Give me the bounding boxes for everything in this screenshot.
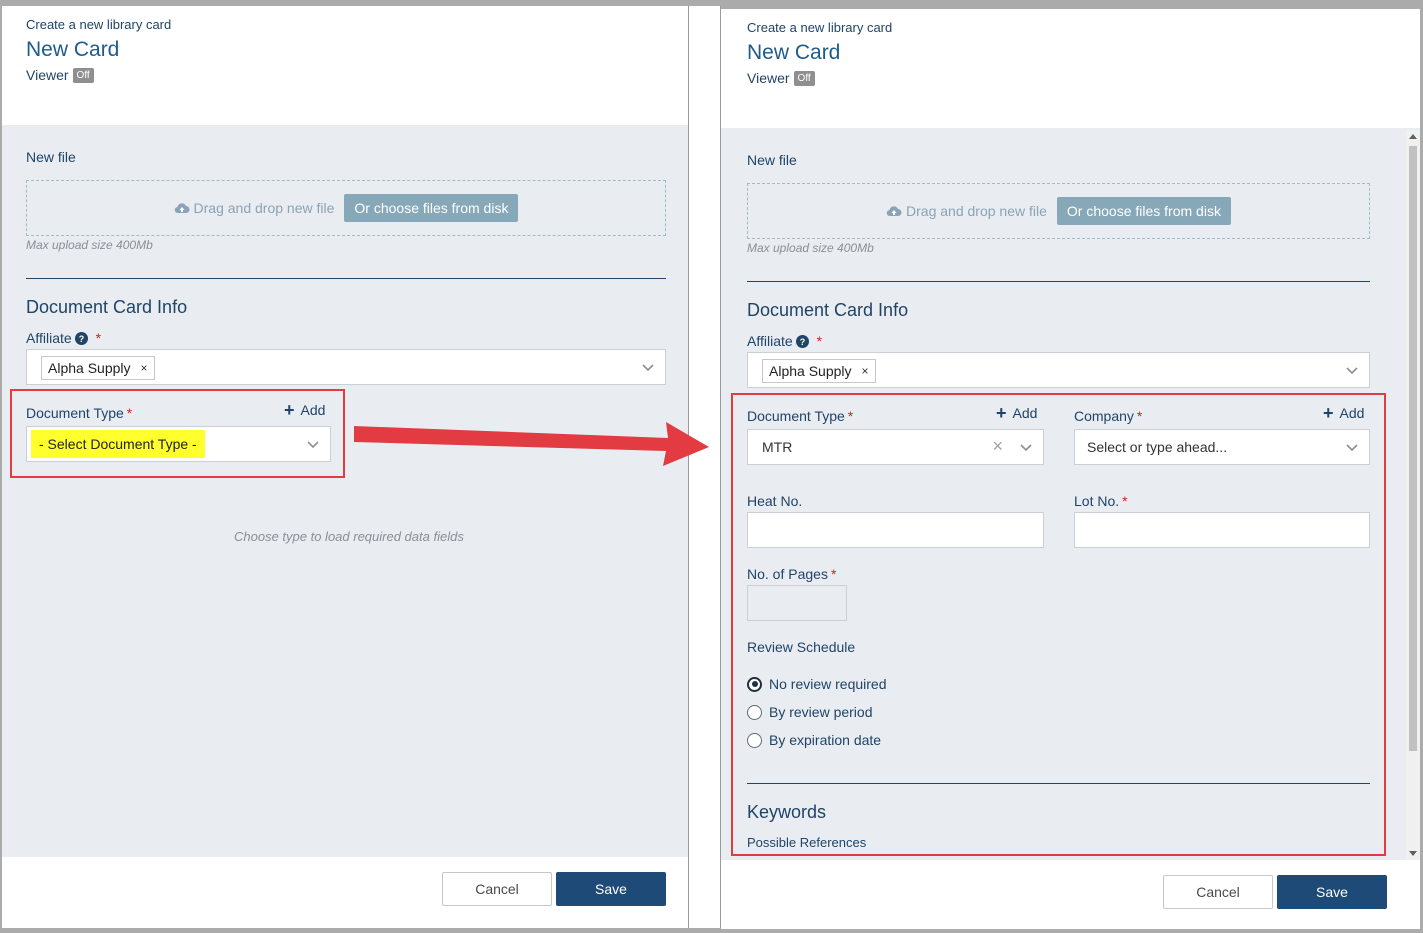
arrow-shape bbox=[354, 422, 709, 466]
annotation-arrow bbox=[354, 422, 709, 466]
